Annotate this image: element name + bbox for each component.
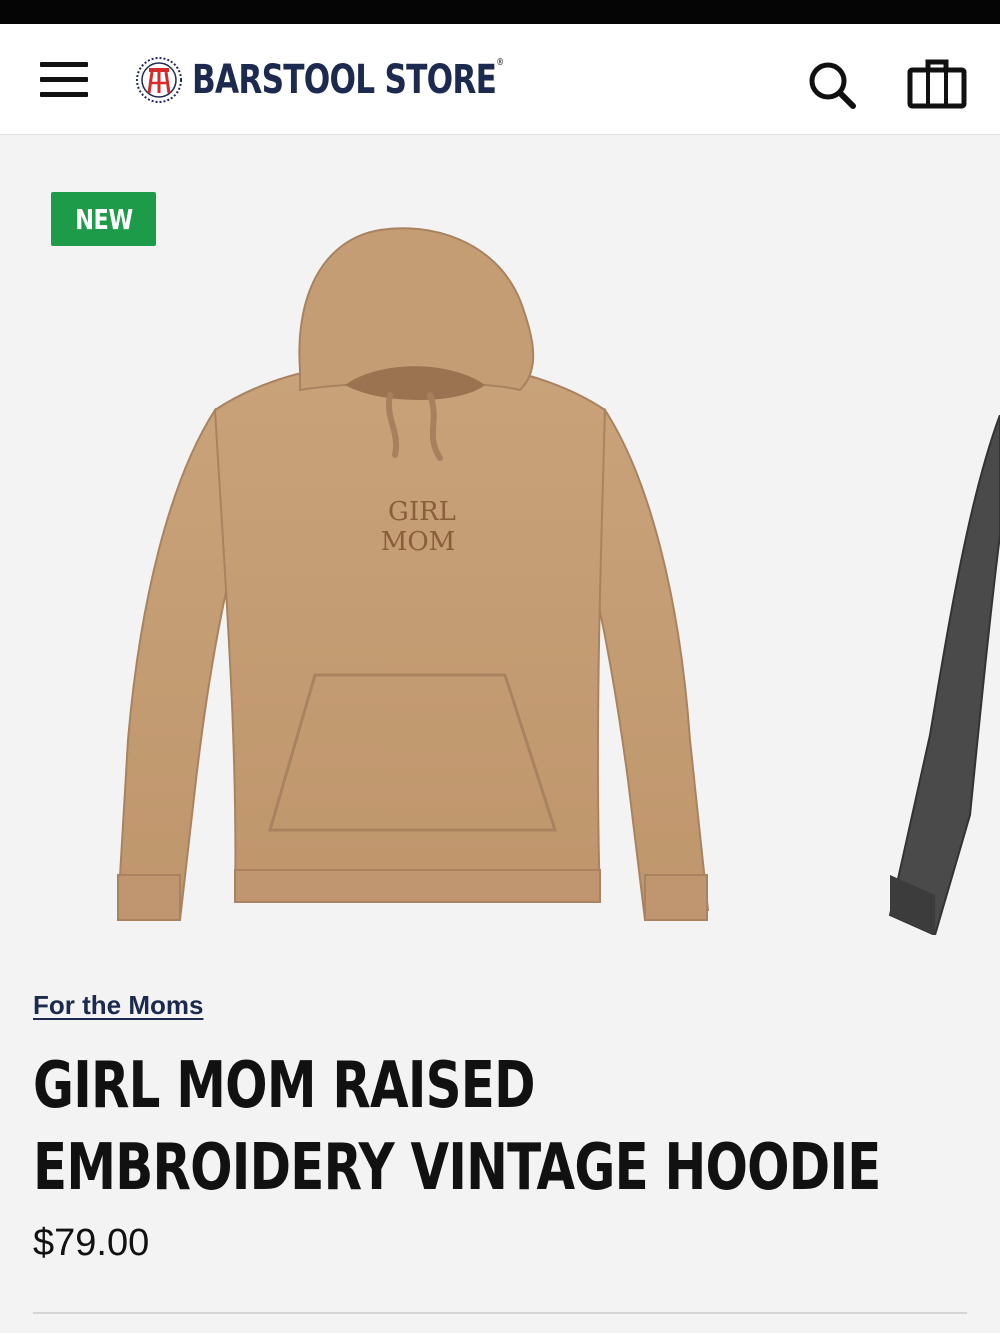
embroidery-line2: MOM [381,527,456,557]
product-title: GIRL MOM RAISED EMBROIDERY VINTAGE HOODI… [33,1049,881,1205]
embroidery-line1: GIRL [388,497,456,527]
shopping-bag-icon [907,59,967,109]
brand-name: BARSTOOL STORE® [192,57,504,103]
product-image-carousel[interactable]: NEW GIRL MOM [0,135,1000,965]
search-icon [809,62,856,109]
search-button[interactable] [806,58,858,110]
cart-button[interactable] [906,58,968,110]
site-header: BARSTOOL STORE® [0,24,1000,135]
product-price: $79.00 [33,1222,150,1264]
category-link[interactable]: For the Moms [33,990,203,1021]
next-product-image-peek[interactable] [880,415,1000,935]
menu-button[interactable] [38,58,90,100]
status-bar [0,0,1000,24]
product-image[interactable]: GIRL MOM [100,180,720,930]
barstool-stool-icon [136,57,182,103]
brand-logo[interactable]: BARSTOOL STORE® [134,54,591,106]
divider [33,1312,967,1314]
